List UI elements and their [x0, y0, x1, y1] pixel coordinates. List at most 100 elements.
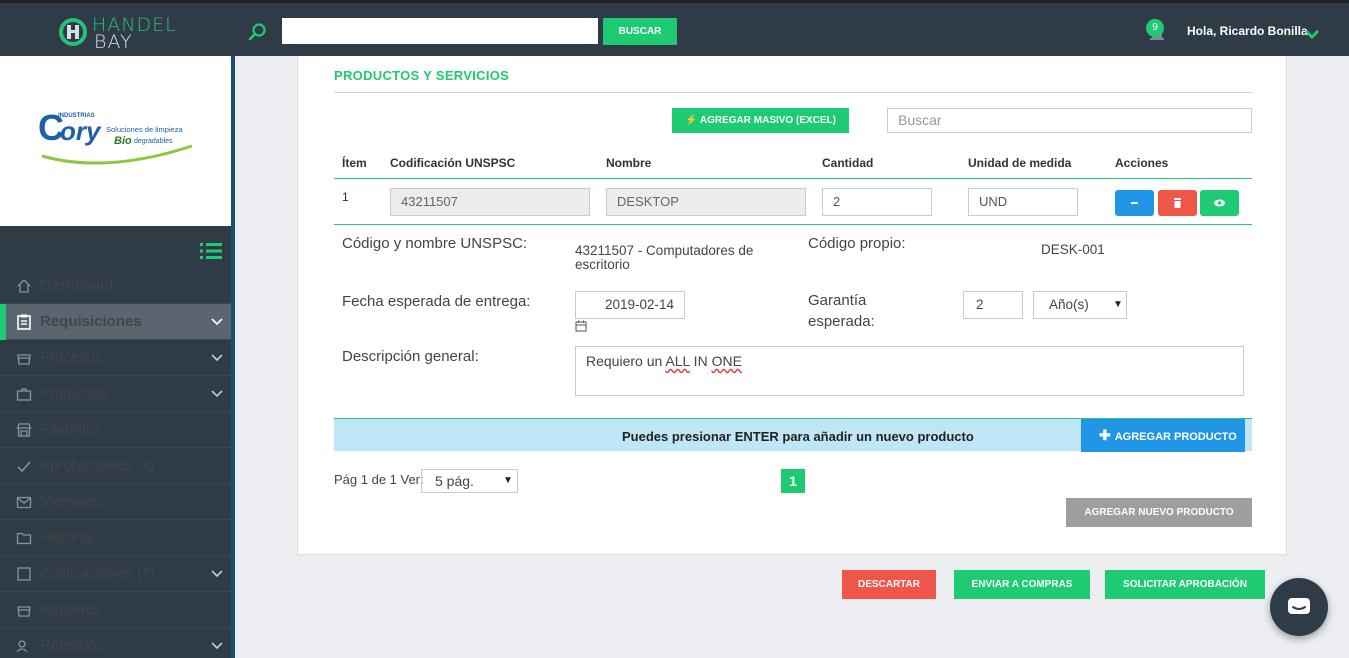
global-search-input[interactable] — [282, 18, 598, 44]
folder-icon — [16, 532, 32, 545]
briefcase-icon — [16, 388, 32, 401]
sidebar-item-label: Productos — [40, 385, 108, 402]
description-label: Descripción general: — [342, 348, 479, 365]
sidebar-item-favoritos[interactable]: Favoritos — [0, 412, 231, 448]
chevron-down-icon — [211, 390, 223, 398]
chat-widget-button[interactable] — [1270, 578, 1328, 636]
top-bar: HANDEL BAY BUSCAR 9 Hola, Ricardo Bonill… — [0, 0, 1349, 56]
column-header-quantity: Cantidad — [822, 156, 874, 170]
warranty-label-line1: Garantía — [808, 292, 867, 309]
sidebar-item-label: Procesos — [40, 349, 103, 366]
column-header-name: Nombre — [606, 156, 652, 170]
unspsc-detail-label: Código y nombre UNSPSC: — [342, 235, 528, 252]
handelbay-logo-icon — [59, 18, 87, 46]
description-word-all: ALL — [665, 353, 690, 369]
own-code-value: DESK-001 — [1041, 242, 1105, 257]
description-text-mid: IN — [689, 353, 712, 369]
user-greeting[interactable]: Hola, Ricardo Bonilla — [1187, 24, 1308, 38]
sidebar-border — [231, 56, 235, 658]
column-header-item: Ítem — [342, 156, 367, 170]
delivery-date-input[interactable]: 2019-02-14 — [575, 291, 685, 319]
notification-badge: 9 — [1146, 19, 1164, 37]
sidebar-item-reportes[interactable]: Reportes — [0, 592, 231, 628]
chevron-down-icon — [211, 318, 223, 326]
square-icon — [17, 567, 31, 581]
bulk-excel-label: AGREGAR MASIVO (EXCEL) — [699, 115, 836, 126]
lightning-icon: ⚡ — [685, 115, 698, 126]
search-button[interactable]: BUSCAR — [603, 18, 677, 45]
add-new-product-button[interactable]: AGREGAR NUEVO PRODUCTO — [1066, 498, 1252, 527]
column-header-actions: Acciones — [1115, 156, 1169, 170]
home-icon — [17, 279, 31, 293]
page-1-button[interactable]: 1 — [781, 469, 805, 493]
add-product-label: AGREGAR PRODUCTO — [1114, 431, 1237, 443]
unspsc-detail-value-line1: 43211507 - Computadores de — [575, 243, 754, 258]
users-icon — [16, 640, 28, 653]
unspsc-field: 43211507 — [390, 188, 590, 216]
products-card: PRODUCTOS Y SERVICIOS ⚡ AGREGAR MASIVO (… — [297, 56, 1287, 555]
chevron-down-icon[interactable] — [1304, 28, 1320, 40]
sidebar-item-requisiciones[interactable]: Requisiciones — [0, 304, 231, 340]
table-row-divider — [334, 224, 1252, 225]
company-logo-area: C ory INDUSTRIAS Soluciones de limpieza … — [0, 56, 231, 226]
unit-input[interactable]: UND — [968, 188, 1078, 216]
logo-tagline-2: degradables — [134, 138, 173, 145]
sidebar-item-dashboard[interactable]: Dashboard — [0, 268, 231, 304]
logo-tagline-bio: Bio — [114, 135, 132, 147]
sidebar-item-label: Referidos — [40, 637, 105, 654]
calendar-icon[interactable] — [575, 320, 587, 332]
discard-button[interactable]: DESCARTAR — [842, 570, 936, 599]
info-bar: Puedes presionar ENTER para añadir un nu… — [334, 418, 1252, 452]
sidebar-item-referidos[interactable]: Referidos — [0, 628, 231, 658]
column-header-unit: Unidad de medida — [968, 156, 1072, 170]
logo-text-bottom: BAY — [94, 31, 133, 53]
unspsc-detail-value-line2: escritorio — [575, 257, 630, 272]
sidebar-item-label: Aprobaciones (3) — [40, 457, 155, 474]
envelope-icon — [16, 496, 32, 509]
description-textarea[interactable]: Requiero un ALL IN ONE — [575, 346, 1244, 396]
dropdown-arrow-icon: ▼ — [1113, 299, 1123, 310]
add-product-button[interactable]: ✚ AGREGAR PRODUCTO — [1081, 419, 1245, 452]
bulk-excel-button[interactable]: ⚡ AGREGAR MASIVO (EXCEL) — [672, 108, 849, 133]
product-search-input[interactable]: Buscar — [887, 108, 1252, 133]
logo-tagline-1: Soluciones de limpieza — [106, 125, 184, 134]
search-icon[interactable] — [248, 22, 268, 42]
sidebar-item-label: Reportes — [40, 601, 101, 618]
section-title: PRODUCTOS Y SERVICIOS — [334, 68, 510, 83]
divider — [334, 92, 1252, 93]
trash-icon — [1174, 198, 1181, 208]
delivery-date-label: Fecha esperada de entrega: — [342, 293, 531, 310]
send-to-purchasing-button[interactable]: ENVIAR A COMPRAS — [954, 570, 1090, 599]
warranty-label-line2: esperada: — [808, 313, 875, 330]
column-header-unspsc: Codificación UNSPSC — [390, 156, 516, 170]
minus-icon — [1131, 202, 1138, 204]
description-word-one: ONE — [711, 353, 742, 369]
request-approval-button[interactable]: SOLICITAR APROBACIÓN — [1105, 570, 1265, 599]
quantity-input[interactable]: 2 — [822, 188, 932, 216]
sidebar-item-mensajes[interactable]: Mensajes — [0, 484, 231, 520]
active-indicator — [0, 304, 6, 340]
eye-icon — [1214, 199, 1225, 207]
warranty-amount-input[interactable]: 2 — [963, 291, 1023, 319]
sidebar-item-productos[interactable]: Productos — [0, 376, 231, 412]
sidebar-item-label: Mensajes — [40, 493, 105, 510]
enter-hint-text: Puedes presionar ENTER para añadir un nu… — [622, 429, 974, 444]
collapse-button[interactable] — [1115, 190, 1154, 216]
inbox-icon — [17, 354, 31, 365]
logo-word: ory — [60, 116, 102, 146]
sidebar-item-aprobaciones[interactable]: Aprobaciones (3) — [0, 448, 231, 484]
sidebar-item-procesos[interactable]: Procesos — [0, 340, 231, 376]
handelbay-logo[interactable]: HANDEL BAY — [58, 14, 188, 53]
sidebar-item-calificaciones[interactable]: Calificaciones (7) — [0, 556, 231, 592]
clipboard-icon — [17, 314, 31, 330]
delete-button[interactable] — [1158, 190, 1197, 216]
chevron-down-icon — [211, 570, 223, 578]
view-button[interactable] — [1200, 190, 1239, 216]
logo-top-text: INDUSTRIAS — [58, 113, 95, 119]
sidebar-item-label: Historial — [40, 529, 95, 546]
sidebar-item-label: Dashboard — [40, 277, 114, 294]
check-icon — [17, 461, 31, 473]
table-header-divider — [334, 178, 1252, 179]
menu-list-icon[interactable] — [200, 242, 222, 260]
sidebar-item-historial[interactable]: Historial — [0, 520, 231, 556]
